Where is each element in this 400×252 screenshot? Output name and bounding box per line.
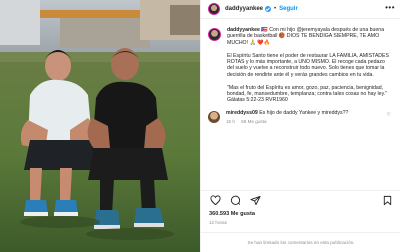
verified-badge-icon xyxy=(265,6,272,12)
comment-bubble-icon[interactable] xyxy=(229,195,241,207)
photo-father-and-son-on-grass xyxy=(0,0,200,252)
separator-dot: • xyxy=(274,6,277,12)
follow-button[interactable]: Seguir xyxy=(279,6,298,12)
post-header: daddyyankee • Seguir ••• xyxy=(201,0,400,19)
caption-author-avatar[interactable] xyxy=(208,28,221,41)
comment-likes[interactable]: 58 Me gusta xyxy=(241,119,266,124)
post-caption: daddyyankee 🇵🇷 Con mi hijo @jeremyayala … xyxy=(208,27,393,104)
share-paper-plane-icon[interactable] xyxy=(249,195,261,207)
comment-item: mireddyss09 Es hijo de daddy Yankee y mi… xyxy=(208,110,393,124)
commenter-avatar[interactable] xyxy=(208,110,220,123)
comments-limited-notice: Se han limitado los comentarios en esta … xyxy=(201,232,400,252)
post-photo[interactable] xyxy=(0,0,200,252)
post-details-panel: daddyyankee • Seguir ••• daddyyankee 🇵🇷 … xyxy=(200,0,400,252)
comments-section[interactable]: daddyyankee 🇵🇷 Con mi hijo @jeremyayala … xyxy=(201,20,400,190)
caption-text: 🇵🇷 Con mi hijo @jeremyayala después de u… xyxy=(227,27,389,104)
comment-text: Es hijo de daddy Yankee y mireddys?? xyxy=(259,109,349,116)
post-date: 12 horas xyxy=(209,220,227,225)
post-actions-bar xyxy=(201,190,400,210)
save-bookmark-icon[interactable] xyxy=(381,195,393,207)
likes-count[interactable]: 360.593 Me gusta xyxy=(209,211,255,217)
comment-age: 15 h xyxy=(226,118,235,124)
comment-like-heart-icon[interactable]: ♡ xyxy=(387,112,391,118)
like-heart-icon[interactable] xyxy=(209,195,221,207)
author-avatar[interactable] xyxy=(208,3,220,15)
more-options-icon[interactable]: ••• xyxy=(385,4,395,12)
author-username[interactable]: daddyyankee xyxy=(225,6,263,12)
commenter-username[interactable]: mireddyss09 xyxy=(226,110,258,116)
